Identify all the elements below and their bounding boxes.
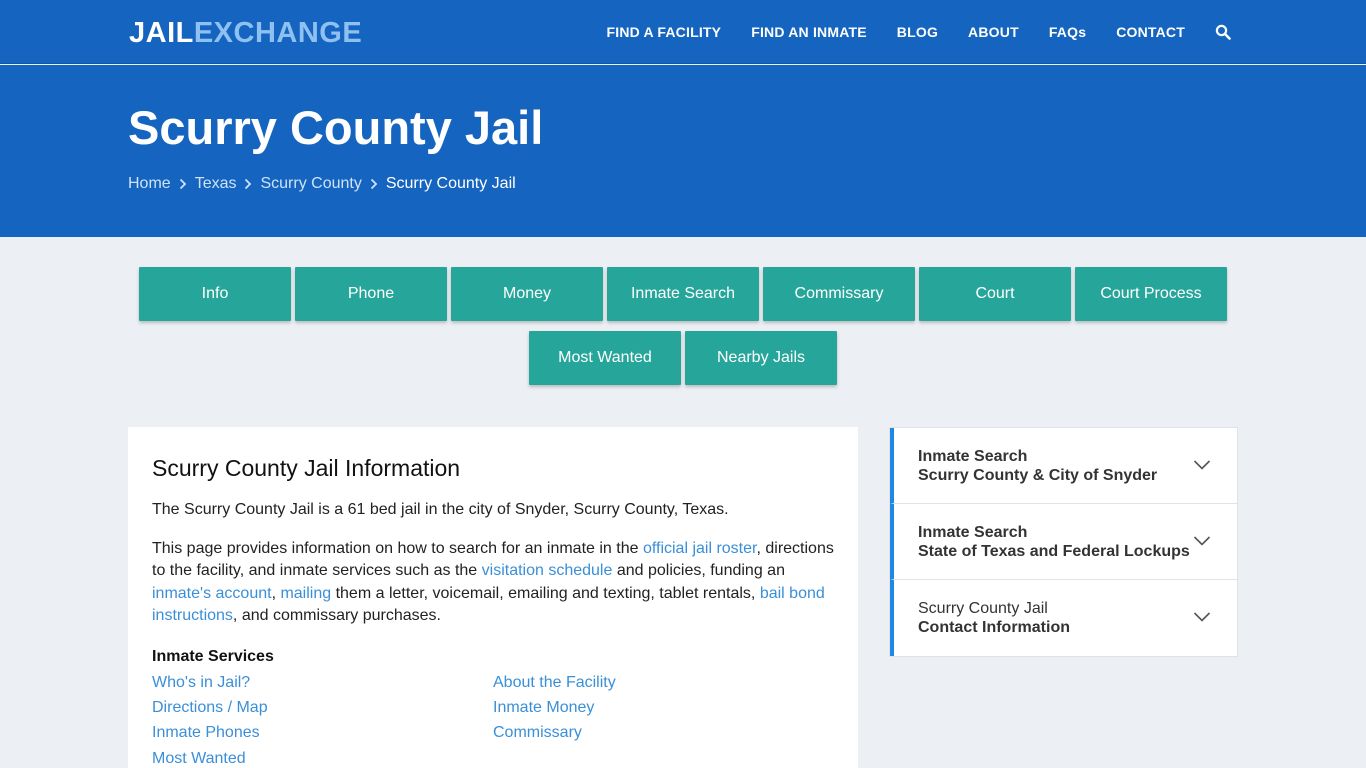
tab-nearby-jails[interactable]: Nearby Jails xyxy=(685,331,837,385)
chevron-down-icon[interactable] xyxy=(1193,610,1211,622)
breadcrumb-current: Scurry County Jail xyxy=(385,175,516,192)
accordion-line2: Scurry County & City of Snyder xyxy=(918,467,1158,484)
desc-text-5: them a letter, voicemail, emailing and t… xyxy=(331,584,760,602)
nav-contact[interactable]: CONTACT xyxy=(1116,24,1185,40)
nav-find-facility[interactable]: FIND A FACILITY xyxy=(606,24,721,40)
nav-about[interactable]: ABOUT xyxy=(968,24,1019,40)
accordion-inmate-search-state[interactable]: Inmate Search State of Texas and Federal… xyxy=(890,504,1237,580)
nav-faqs[interactable]: FAQs xyxy=(1049,24,1086,40)
breadcrumb-home[interactable]: Home xyxy=(128,175,171,193)
tab-phone[interactable]: Phone xyxy=(295,267,447,321)
top-navbar: JAILEXCHANGE FIND A FACILITY FIND AN INM… xyxy=(0,0,1366,64)
service-most-wanted[interactable]: Most Wanted xyxy=(152,748,493,768)
nav-blog[interactable]: BLOG xyxy=(897,24,938,40)
accordion-line2: Contact Information xyxy=(918,619,1070,636)
chevron-right-icon xyxy=(236,176,260,192)
search-icon[interactable] xyxy=(1215,24,1231,40)
service-directions-map[interactable]: Directions / Map xyxy=(152,697,493,719)
intro-text: The Scurry County Jail is a 61 bed jail … xyxy=(152,501,729,518)
services-list: Who's in Jail? About the Facility Direct… xyxy=(152,672,834,768)
desc-text-3: and policies, funding an xyxy=(612,562,785,579)
site-logo[interactable]: JAILEXCHANGE xyxy=(129,16,362,50)
tab-inmate-search[interactable]: Inmate Search xyxy=(607,267,759,321)
description-text: This page provides information on how to… xyxy=(152,538,834,628)
nav-find-inmate[interactable]: FIND AN INMATE xyxy=(751,24,867,40)
desc-text-6: , and commissary purchases. xyxy=(232,607,441,624)
tab-commissary[interactable]: Commissary xyxy=(763,267,915,321)
breadcrumb-scurry-county[interactable]: Scurry County xyxy=(260,175,361,193)
info-title: Scurry County Jail Information xyxy=(152,455,461,481)
tab-money[interactable]: Money xyxy=(451,267,603,321)
info-card: Scurry County Jail Information The Scurr… xyxy=(128,427,858,768)
services-heading: Inmate Services xyxy=(152,647,274,665)
link-inmates-account[interactable]: inmate's account xyxy=(152,585,272,602)
tab-info[interactable]: Info xyxy=(139,267,291,321)
link-mailing[interactable]: mailing xyxy=(280,585,331,602)
service-about-facility[interactable]: About the Facility xyxy=(493,672,793,694)
hero-banner: Scurry County Jail Home Texas Scurry Cou… xyxy=(0,65,1366,237)
service-inmate-money[interactable]: Inmate Money xyxy=(493,697,793,719)
chevron-down-icon[interactable] xyxy=(1193,458,1211,470)
accordion-line1: Scurry County Jail xyxy=(918,600,1048,617)
breadcrumb-texas[interactable]: Texas xyxy=(195,175,237,193)
service-commissary[interactable]: Commissary xyxy=(493,722,793,744)
page-title: Scurry County Jail xyxy=(128,101,544,154)
chevron-right-icon xyxy=(171,176,195,192)
accordion-line2: State of Texas and Federal Lockups xyxy=(918,543,1190,560)
chevron-down-icon[interactable] xyxy=(1193,534,1211,546)
accordion-contact-information[interactable]: Scurry County Jail Contact Information xyxy=(890,580,1237,656)
service-whos-in-jail[interactable]: Who's in Jail? xyxy=(152,672,493,694)
service-inmate-phones[interactable]: Inmate Phones xyxy=(152,722,493,744)
main-nav: FIND A FACILITY FIND AN INMATE BLOG ABOU… xyxy=(576,0,1231,64)
link-official-jail-roster[interactable]: official jail roster xyxy=(643,540,757,557)
accordion-line1: Inmate Search xyxy=(918,448,1028,465)
tab-court[interactable]: Court xyxy=(919,267,1071,321)
sidebar-accordion: Inmate Search Scurry County & City of Sn… xyxy=(889,427,1238,657)
tab-row-2: Most Wanted Nearby Jails xyxy=(0,331,1366,385)
desc-text-1: This page provides information on how to… xyxy=(152,539,643,557)
tab-court-process[interactable]: Court Process xyxy=(1075,267,1227,321)
tab-row-1: Info Phone Money Inmate Search Commissar… xyxy=(0,267,1366,321)
tab-most-wanted[interactable]: Most Wanted xyxy=(529,331,681,385)
logo-text-jail: JAIL xyxy=(129,17,194,49)
link-visitation-schedule[interactable]: visitation schedule xyxy=(482,562,613,579)
chevron-right-icon xyxy=(362,176,386,192)
accordion-inmate-search-county[interactable]: Inmate Search Scurry County & City of Sn… xyxy=(890,428,1237,504)
logo-text-exchange: EXCHANGE xyxy=(193,17,363,49)
breadcrumb: Home Texas Scurry County Scurry County J… xyxy=(128,175,516,193)
accordion-line1: Inmate Search xyxy=(918,524,1028,541)
section-tabs: Info Phone Money Inmate Search Commissar… xyxy=(0,267,1366,395)
